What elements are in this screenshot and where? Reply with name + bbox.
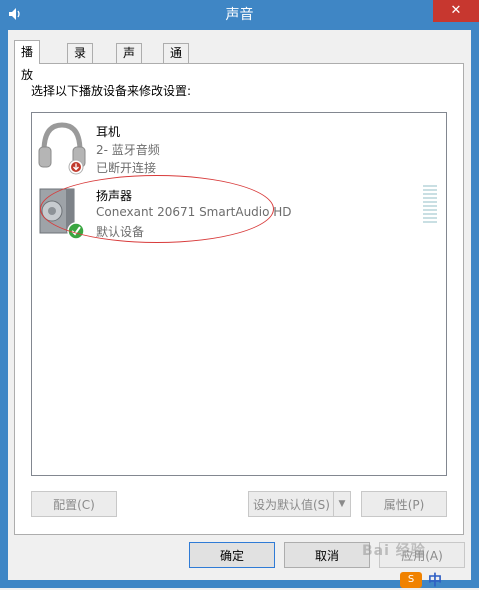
playback-panel: 选择以下播放设备来修改设置: 耳机 2- 蓝牙音频 已断开连接 扬声器 Cone…	[14, 63, 464, 535]
tab-recording[interactable]: 录制	[67, 43, 94, 79]
device-status: 已断开连接	[96, 161, 157, 175]
window-title: 声音	[225, 7, 254, 23]
device-name: 耳机	[96, 125, 121, 139]
ok-button[interactable]: 确定	[189, 542, 275, 568]
window-frame-left	[0, 30, 8, 588]
tab-playback[interactable]: 播放	[14, 40, 41, 82]
configure-button[interactable]: 配置(C)	[31, 491, 117, 517]
tab-communications[interactable]: 通信	[163, 43, 190, 79]
properties-button[interactable]: 属性(P)	[361, 491, 447, 517]
device-description: 2- 蓝牙音频	[96, 143, 160, 157]
volume-level-meter	[423, 185, 437, 225]
set-default-label: 设为默认值(S)	[253, 498, 330, 512]
set-default-button[interactable]: 设为默认值(S) ▼	[248, 491, 351, 517]
window-frame-right	[471, 30, 479, 588]
annotation-highlight-ellipse	[40, 175, 274, 243]
device-list[interactable]: 耳机 2- 蓝牙音频 已断开连接 扬声器 Conexant 20671 Smar…	[31, 112, 447, 476]
title-bar: 声音 ✕	[0, 0, 479, 30]
watermark: Bai 经验	[362, 543, 426, 559]
close-icon: ✕	[450, 3, 462, 18]
device-headphones[interactable]: 耳机 2- 蓝牙音频 已断开连接	[32, 121, 446, 183]
instruction-label: 选择以下播放设备来修改设置:	[31, 84, 192, 98]
chevron-down-icon[interactable]: ▼	[333, 492, 350, 516]
close-button[interactable]: ✕	[433, 0, 479, 22]
cancel-button[interactable]: 取消	[284, 542, 370, 568]
baidu-text: 中	[428, 573, 442, 589]
headphones-icon	[38, 122, 86, 175]
tab-sounds[interactable]: 声音	[116, 43, 143, 79]
baidu-logo-icon: S	[400, 572, 422, 588]
